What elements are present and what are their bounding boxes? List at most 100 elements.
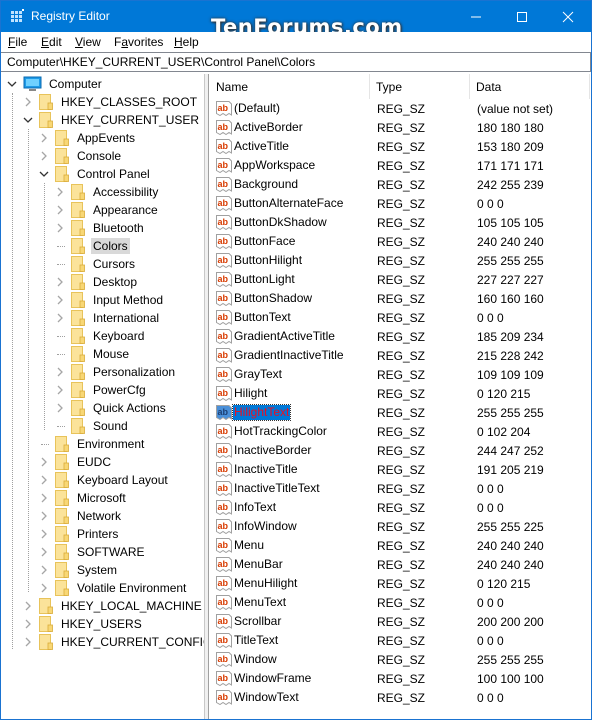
chevron-down-icon[interactable] — [39, 169, 49, 179]
list-row[interactable]: ab InactiveBorder REG_SZ 244 247 252 — [210, 441, 591, 460]
chevron-right-icon[interactable] — [55, 223, 65, 233]
tree-node[interactable]: Bluetooth — [55, 219, 146, 237]
tree-node[interactable]: Mouse — [55, 345, 131, 363]
list-row[interactable]: ab InactiveTitle REG_SZ 191 205 219 — [210, 460, 591, 479]
menu-edit[interactable]: Edit — [41, 35, 62, 49]
tree-node[interactable]: Network — [39, 507, 123, 525]
tree-node[interactable]: Environment — [39, 435, 146, 453]
list-row[interactable]: ab Menu REG_SZ 240 240 240 — [210, 536, 591, 555]
chevron-right-icon[interactable] — [39, 493, 49, 503]
chevron-right-icon[interactable] — [55, 313, 65, 323]
list-row[interactable]: ab TitleText REG_SZ 0 0 0 — [210, 631, 591, 650]
list-row[interactable]: ab ActiveTitle REG_SZ 153 180 209 — [210, 137, 591, 156]
list-row[interactable]: ab Window REG_SZ 255 255 255 — [210, 650, 591, 669]
list-row[interactable]: ab GradientInactiveTitle REG_SZ 215 228 242 — [210, 346, 591, 365]
chevron-right-icon[interactable] — [39, 475, 49, 485]
tree-node[interactable]: Control Panel — [39, 165, 152, 183]
pane-splitter[interactable] — [205, 74, 209, 719]
chevron-right-icon[interactable] — [39, 151, 49, 161]
registry-tree[interactable]: Computer HKEY_CLASSES_ROOT HKEY_CURRENT_US… — [3, 74, 205, 719]
tree-node[interactable]: HKEY_CLASSES_ROOT — [23, 93, 199, 111]
tree-node[interactable]: Printers — [39, 525, 120, 543]
chevron-right-icon[interactable] — [39, 133, 49, 143]
chevron-right-icon[interactable] — [55, 187, 65, 197]
title-bar[interactable]: Registry Editor TenForums.com — [1, 1, 591, 39]
tree-node[interactable]: HKEY_CURRENT_USER — [23, 111, 201, 129]
tree-node-computer[interactable]: Computer — [7, 75, 104, 93]
chevron-right-icon[interactable] — [23, 97, 33, 107]
column-header-type[interactable]: Type — [370, 74, 470, 99]
list-row[interactable]: ab ButtonFace REG_SZ 240 240 240 — [210, 232, 591, 251]
chevron-right-icon[interactable] — [39, 529, 49, 539]
tree-node[interactable]: International — [55, 309, 161, 327]
menu-file[interactable]: File — [8, 35, 27, 49]
tree-node[interactable]: Desktop — [55, 273, 139, 291]
list-row[interactable]: ab ButtonDkShadow REG_SZ 105 105 105 — [210, 213, 591, 232]
tree-node[interactable]: Personalization — [55, 363, 177, 381]
chevron-right-icon[interactable] — [23, 619, 33, 629]
list-row[interactable]: ab Background REG_SZ 242 255 239 — [210, 175, 591, 194]
menu-help[interactable]: Help — [174, 35, 199, 49]
tree-node[interactable]: System — [39, 561, 119, 579]
tree-node[interactable]: Quick Actions — [55, 399, 168, 417]
tree-node[interactable]: Accessibility — [55, 183, 160, 201]
chevron-right-icon[interactable] — [55, 277, 65, 287]
tree-node[interactable]: HKEY_LOCAL_MACHINE — [23, 597, 204, 615]
column-header-name[interactable]: Name — [210, 74, 370, 99]
menu-view[interactable]: View — [75, 35, 101, 49]
tree-node[interactable]: Keyboard — [55, 327, 146, 345]
chevron-right-icon[interactable] — [39, 457, 49, 467]
chevron-right-icon[interactable] — [55, 403, 65, 413]
maximize-button[interactable] — [499, 1, 545, 32]
chevron-right-icon[interactable] — [39, 547, 49, 557]
list-row[interactable]: ab ButtonHilight REG_SZ 255 255 255 — [210, 251, 591, 270]
chevron-right-icon[interactable] — [23, 601, 33, 611]
chevron-down-icon[interactable] — [7, 79, 17, 89]
menu-favorites[interactable]: Favorites — [114, 35, 163, 49]
list-row[interactable]: ab ButtonText REG_SZ 0 0 0 — [210, 308, 591, 327]
minimize-button[interactable] — [453, 1, 499, 32]
tree-node[interactable]: Volatile Environment — [39, 579, 188, 597]
list-row[interactable]: ab AppWorkspace REG_SZ 171 171 171 — [210, 156, 591, 175]
list-row[interactable]: ab MenuBar REG_SZ 240 240 240 — [210, 555, 591, 574]
list-row[interactable]: ab ButtonShadow REG_SZ 160 160 160 — [210, 289, 591, 308]
chevron-right-icon[interactable] — [55, 385, 65, 395]
list-row[interactable]: ab InfoWindow REG_SZ 255 255 225 — [210, 517, 591, 536]
chevron-right-icon[interactable] — [55, 295, 65, 305]
chevron-right-icon[interactable] — [39, 565, 49, 575]
tree-node[interactable]: EUDC — [39, 453, 113, 471]
list-row[interactable]: ab WindowText REG_SZ 0 0 0 — [210, 688, 591, 707]
close-button[interactable] — [545, 1, 591, 32]
chevron-right-icon[interactable] — [55, 367, 65, 377]
list-row[interactable]: ab (Default) REG_SZ (value not set) — [210, 99, 591, 118]
list-row[interactable]: ab Scrollbar REG_SZ 200 200 200 — [210, 612, 591, 631]
list-row[interactable]: ab HotTrackingColor REG_SZ 0 102 204 — [210, 422, 591, 441]
chevron-right-icon[interactable] — [23, 637, 33, 647]
tree-node[interactable]: Colors — [55, 237, 130, 255]
list-row[interactable]: ab InactiveTitleText REG_SZ 0 0 0 — [210, 479, 591, 498]
chevron-right-icon[interactable] — [55, 205, 65, 215]
tree-node[interactable]: PowerCfg — [55, 381, 148, 399]
list-row[interactable]: ab MenuText REG_SZ 0 0 0 — [210, 593, 591, 612]
list-row[interactable]: ab ButtonAlternateFace REG_SZ 0 0 0 — [210, 194, 591, 213]
list-row[interactable]: ab InfoText REG_SZ 0 0 0 — [210, 498, 591, 517]
address-input[interactable] — [1, 53, 590, 71]
tree-node[interactable]: Appearance — [55, 201, 160, 219]
chevron-right-icon[interactable] — [39, 511, 49, 521]
tree-node[interactable]: SOFTWARE — [39, 543, 147, 561]
list-row[interactable]: ab HilightText REG_SZ 255 255 255 — [210, 403, 591, 422]
tree-node[interactable]: Keyboard Layout — [39, 471, 170, 489]
list-row[interactable]: ab MenuHilight REG_SZ 0 120 215 — [210, 574, 591, 593]
tree-node[interactable]: HKEY_CURRENT_CONFIG — [23, 633, 204, 651]
tree-node[interactable]: Cursors — [55, 255, 137, 273]
tree-node[interactable]: Input Method — [55, 291, 165, 309]
tree-node[interactable]: HKEY_USERS — [23, 615, 144, 633]
list-row[interactable]: ab GrayText REG_SZ 109 109 109 — [210, 365, 591, 384]
chevron-down-icon[interactable] — [23, 115, 33, 125]
tree-node[interactable]: AppEvents — [39, 129, 137, 147]
column-header-data[interactable]: Data — [470, 74, 590, 99]
list-row[interactable]: ab ActiveBorder REG_SZ 180 180 180 — [210, 118, 591, 137]
tree-node[interactable]: Microsoft — [39, 489, 128, 507]
list-row[interactable]: ab Hilight REG_SZ 0 120 215 — [210, 384, 591, 403]
values-list[interactable]: Name Type Data ab (Default) REG_SZ (value n… — [210, 74, 591, 719]
